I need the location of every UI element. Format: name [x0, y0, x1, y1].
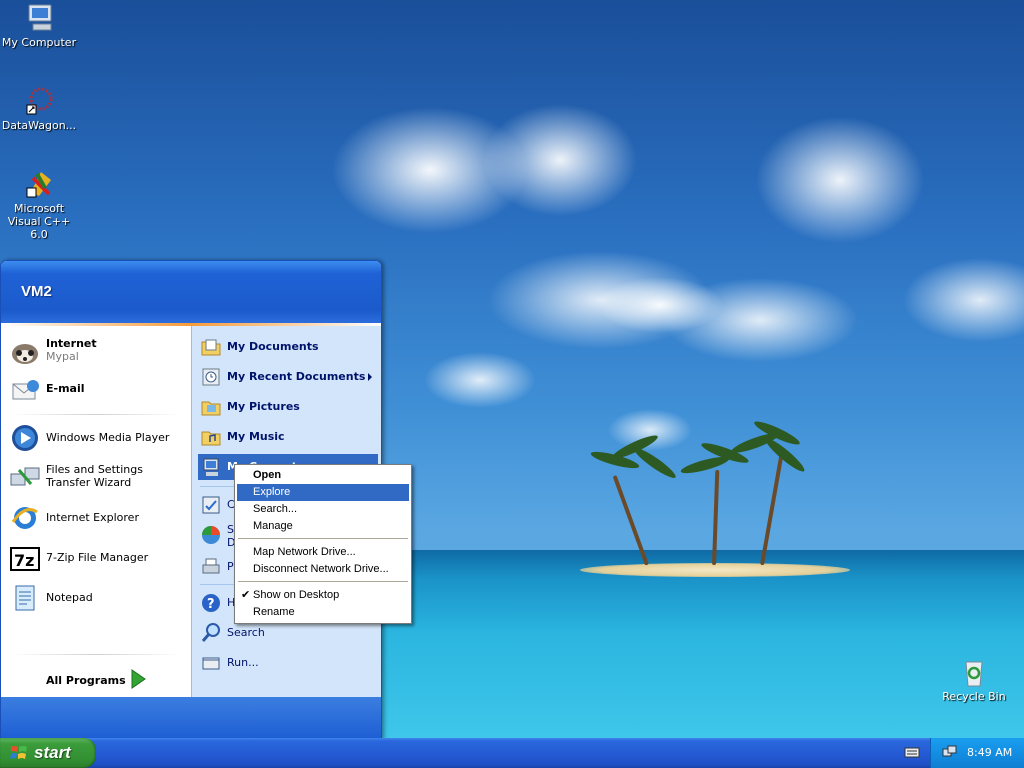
clock[interactable]: 8:49 AM — [967, 746, 1012, 759]
start-item-7zip[interactable]: 7z 7-Zip File Manager — [9, 540, 187, 576]
submenu-arrow-icon — [368, 373, 372, 381]
places-item-label: Run... — [227, 656, 259, 669]
start-menu-programs-pane: Internet Mypal E-mail Windows Media Playe… — [1, 326, 191, 697]
run-icon — [200, 652, 222, 674]
my-computer-icon — [23, 2, 55, 34]
email-icon — [9, 374, 41, 406]
places-item-my-music[interactable]: My Music — [198, 424, 378, 450]
places-item-recent-documents[interactable]: My Recent Documents — [198, 364, 378, 390]
start-item-label: Notepad — [46, 591, 93, 604]
start-item-label: Windows Media Player — [46, 431, 170, 444]
start-item-label: E-mail — [46, 382, 85, 395]
start-item-internet[interactable]: Internet Mypal — [9, 334, 187, 370]
places-item-label: My Music — [227, 430, 285, 443]
all-programs-arrow-icon[interactable] — [129, 668, 147, 689]
context-item-label: Explore — [253, 486, 291, 498]
notepad-icon — [9, 582, 41, 614]
my-computer-icon — [200, 456, 222, 478]
all-programs-button[interactable]: All Programs — [46, 674, 126, 687]
mypal-browser-icon — [9, 336, 41, 368]
desktop-icon-label: My Computer — [1, 36, 77, 49]
context-map-network-drive[interactable]: Map Network Drive... — [237, 544, 409, 561]
context-manage[interactable]: Manage — [237, 518, 409, 535]
keyboard-layout-icon[interactable] — [904, 745, 920, 759]
desktop-icon-label: Microsoft Visual C++ 6.0 — [7, 202, 71, 241]
windows-flag-icon — [10, 744, 28, 762]
context-open[interactable]: Open — [237, 467, 409, 484]
documents-folder-icon — [200, 336, 222, 358]
start-item-transfer-wizard[interactable]: Files and Settings Transfer Wizard — [9, 460, 187, 496]
svg-text:?: ? — [207, 597, 215, 612]
start-label: start — [34, 743, 71, 762]
7zip-icon: 7z — [9, 542, 41, 574]
island — [580, 563, 850, 577]
desktop-icon-label: Recycle Bin — [942, 690, 1006, 703]
printers-icon — [200, 556, 222, 578]
taskbar — [0, 738, 1024, 768]
places-item-label: My Recent Documents — [227, 370, 366, 383]
recycle-bin-icon — [958, 656, 990, 688]
search-icon — [200, 622, 222, 644]
desktop-icon-label: DataWagon... — [1, 119, 77, 132]
media-player-icon — [9, 422, 41, 454]
context-disconnect-network-drive[interactable]: Disconnect Network Drive... — [237, 561, 409, 578]
context-item-label: Open — [253, 469, 282, 481]
context-item-label: Search... — [253, 503, 298, 515]
start-menu-header: VM2 — [1, 261, 381, 323]
start-item-internet-explorer[interactable]: Internet Explorer — [9, 500, 187, 536]
places-item-my-documents[interactable]: My Documents — [198, 334, 378, 360]
pictures-folder-icon — [200, 396, 222, 418]
start-button[interactable]: start — [0, 738, 96, 768]
desktop-icon-visual-cpp[interactable]: Microsoft Visual C++ 6.0 — [0, 168, 78, 241]
places-item-my-pictures[interactable]: My Pictures — [198, 394, 378, 420]
context-rename[interactable]: Rename — [237, 604, 409, 621]
start-item-sublabel: Mypal — [46, 350, 79, 363]
start-item-notepad[interactable]: Notepad — [9, 580, 187, 616]
start-item-media-player[interactable]: Windows Media Player — [9, 420, 187, 456]
system-tray: 8:49 AM — [930, 738, 1024, 768]
menu-separator — [238, 581, 408, 582]
places-item-label: Search — [227, 626, 265, 639]
menu-separator — [11, 414, 181, 415]
start-item-label: Files and Settings Transfer Wizard — [46, 463, 143, 489]
start-item-email[interactable]: E-mail — [9, 372, 187, 408]
start-item-label: Internet Explorer — [46, 511, 139, 524]
places-item-run[interactable]: Run... — [198, 650, 378, 676]
context-show-on-desktop[interactable]: ✔ Show on Desktop — [237, 587, 409, 604]
svg-text:7z: 7z — [14, 551, 34, 570]
music-folder-icon — [200, 426, 222, 448]
control-panel-icon — [200, 494, 222, 516]
start-item-label: 7-Zip File Manager — [46, 551, 149, 564]
desktop-icon-datawagon[interactable]: DataWagon... — [0, 85, 78, 132]
recent-documents-icon — [200, 366, 222, 388]
context-item-label: Rename — [253, 606, 295, 618]
context-menu: Open Explore Search... Manage Map Networ… — [234, 464, 412, 624]
visual-cpp-icon — [23, 168, 55, 200]
places-item-label: My Documents — [227, 340, 319, 353]
context-search[interactable]: Search... — [237, 501, 409, 518]
network-tray-icon[interactable] — [941, 744, 957, 760]
menu-separator — [11, 654, 181, 655]
checkmark-icon: ✔ — [241, 589, 251, 601]
datawagon-icon — [23, 85, 55, 117]
desktop-icon-my-computer[interactable]: My Computer — [0, 2, 78, 49]
start-menu-footer — [1, 697, 381, 739]
help-icon: ? — [200, 592, 222, 614]
desktop-icon-recycle-bin[interactable]: Recycle Bin — [935, 656, 1013, 703]
start-item-label: Internet — [46, 337, 97, 350]
user-name: VM2 — [21, 283, 52, 300]
context-item-label: Disconnect Network Drive... — [253, 563, 389, 575]
menu-separator — [238, 538, 408, 539]
places-item-label: My Pictures — [227, 400, 300, 413]
context-explore[interactable]: Explore — [237, 484, 409, 501]
transfer-wizard-icon — [9, 462, 41, 494]
context-item-label: Show on Desktop — [253, 589, 340, 601]
internet-explorer-icon — [9, 502, 41, 534]
context-item-label: Map Network Drive... — [253, 546, 356, 558]
context-item-label: Manage — [253, 520, 293, 532]
set-program-access-icon — [200, 524, 222, 546]
